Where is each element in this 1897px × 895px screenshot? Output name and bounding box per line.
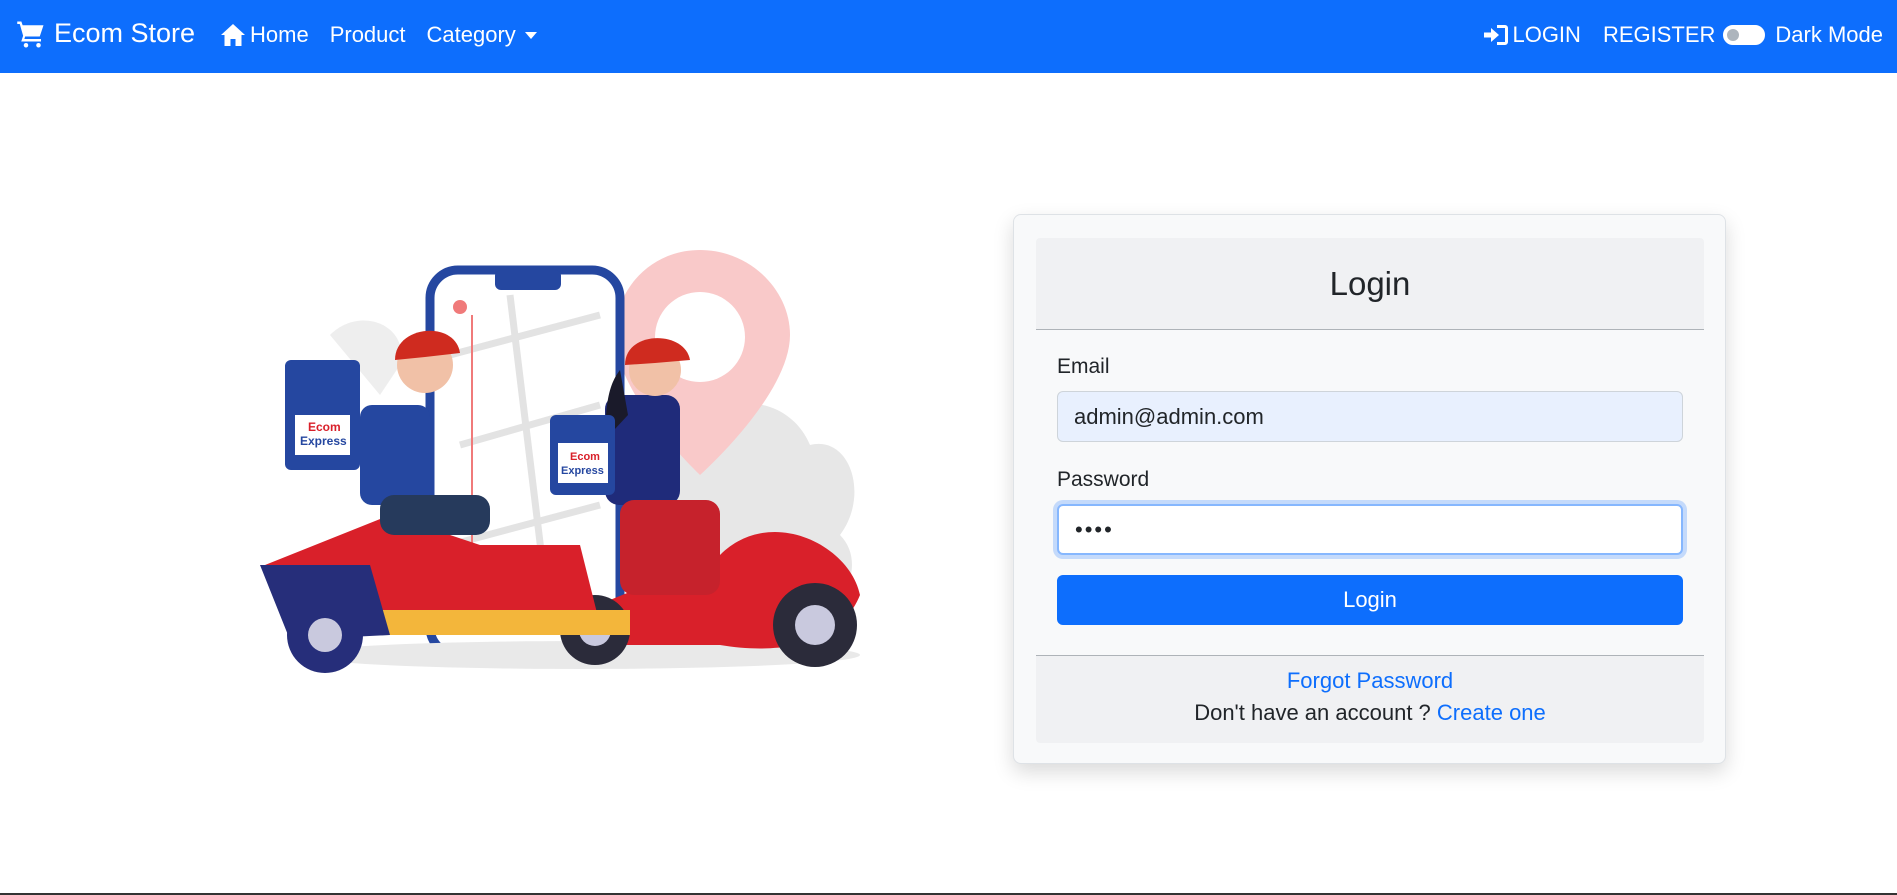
login-submit-button[interactable]: Login <box>1057 575 1683 625</box>
login-card-header: Login <box>1036 238 1704 330</box>
home-icon <box>221 24 245 46</box>
nav-product-link[interactable]: Product <box>330 22 406 48</box>
rear-wheel-hub <box>308 618 342 652</box>
top-navbar: Ecom Store Home Product Category LOGIN R… <box>0 0 1897 73</box>
box2-label-1: Ecom <box>570 451 600 463</box>
route-pin <box>453 300 467 314</box>
password-field[interactable]: •••• <box>1057 504 1683 555</box>
login-card: Login Email admin@admin.com Password •••… <box>1013 214 1726 764</box>
nav-left: Home Product Category <box>220 22 558 48</box>
email-label: Email <box>1057 355 1110 378</box>
nav-login-link[interactable]: LOGIN <box>1484 22 1581 48</box>
shopping-cart-icon <box>17 21 44 47</box>
create-account-link[interactable]: Create one <box>1437 700 1546 725</box>
rider1-torso <box>360 405 430 505</box>
box-label-2: Express <box>300 434 347 448</box>
brand-name: Ecom Store <box>54 18 196 48</box>
nav-right: LOGIN REGISTER Dark Mode <box>1462 22 1883 48</box>
nav-category-dropdown[interactable]: Category <box>427 22 537 48</box>
nav-category-label: Category <box>426 22 516 47</box>
sign-in-icon <box>1484 25 1509 45</box>
nav-product-label: Product <box>329 22 406 47</box>
dark-mode-toggle[interactable] <box>1723 25 1766 45</box>
front-wheel-hub <box>795 605 835 645</box>
delivery-box-2-label <box>558 443 608 483</box>
box-label-1: Ecom <box>308 420 341 434</box>
nav-home-link[interactable]: Home <box>220 22 309 48</box>
forgot-password-link[interactable]: Forgot Password <box>1036 668 1704 694</box>
dark-mode-label: Dark Mode <box>1775 22 1883 47</box>
box2-label-2: Express <box>561 465 604 477</box>
toggle-knob <box>1727 29 1740 41</box>
login-form: Email admin@admin.com Password •••• Logi… <box>1057 355 1683 625</box>
rider1-legs <box>380 495 490 535</box>
password-label: Password <box>1057 468 1150 491</box>
no-account-text: Don't have an account ? <box>1194 700 1431 725</box>
nav-register-link[interactable]: REGISTER <box>1603 22 1715 48</box>
login-title: Login <box>1329 264 1411 302</box>
nav-register-label: REGISTER <box>1602 22 1716 47</box>
phone-notch <box>495 270 561 290</box>
nav-home-label: Home <box>250 22 309 47</box>
nav-login-label: LOGIN <box>1512 22 1581 47</box>
signup-prompt: Don't have an account ? Create one <box>1036 700 1704 726</box>
login-card-footer: Forgot Password Don't have an account ? … <box>1036 655 1704 743</box>
chevron-down-icon <box>524 31 537 39</box>
delivery-illustration: Ecom Express Ecom Express <box>260 250 860 673</box>
rider2-legs <box>620 500 720 595</box>
brand-link[interactable]: Ecom Store <box>16 18 195 49</box>
email-field[interactable]: admin@admin.com <box>1057 391 1683 442</box>
